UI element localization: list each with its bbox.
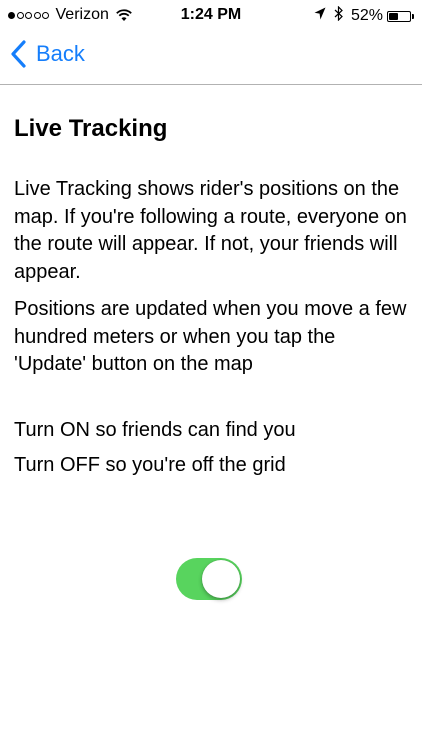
battery-fill	[389, 12, 398, 20]
back-label: Back	[36, 41, 85, 66]
battery-percent: 52%	[350, 7, 383, 24]
status-bar: Verizon 1:24 PM 52%	[0, 0, 422, 30]
status-right: 52%	[314, 5, 414, 26]
turn-on-instruction: Turn ON so friends can find you	[14, 418, 296, 441]
bluetooth-icon	[334, 5, 343, 26]
update-info-paragraph: Positions are updated when you move a fe…	[14, 298, 407, 375]
battery-icon	[387, 10, 411, 22]
back-button[interactable]: Back	[10, 40, 85, 68]
battery-tip	[412, 13, 414, 19]
turn-off-instruction: Turn OFF so you're off the grid	[14, 454, 286, 476]
description-paragraph: Live Tracking shows rider's positions on…	[14, 178, 407, 283]
toggle-knob[interactable]	[202, 560, 240, 598]
page-title: Live Tracking	[14, 115, 168, 142]
navigation-bar: Back	[0, 30, 422, 85]
chevron-left-icon	[10, 40, 28, 68]
location-arrow-icon	[314, 7, 326, 25]
live-tracking-toggle[interactable]	[176, 558, 242, 600]
main-content: Live Tracking Live Tracking shows rider'…	[14, 85, 409, 480]
